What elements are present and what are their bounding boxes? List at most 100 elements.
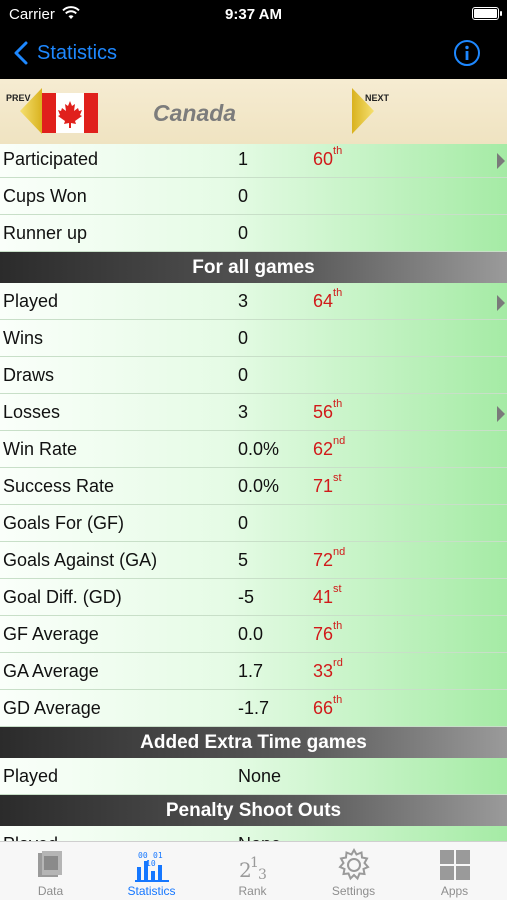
stat-row: Played None [0, 758, 507, 795]
stat-row: Success Rate 0.0% 71st [0, 468, 507, 505]
statistics-icon: 00 01 10 [135, 851, 169, 882]
rank-number: 71 [313, 476, 334, 496]
svg-text:10: 10 [146, 859, 156, 868]
stat-rank: 33rd [313, 657, 343, 682]
back-button[interactable]: Statistics [14, 39, 117, 67]
stat-row: GD Average -1.7 66th [0, 690, 507, 727]
stat-row[interactable]: Participated 1 60th [0, 144, 507, 178]
stat-label: Losses [3, 402, 61, 422]
stat-row: Goals For (GF) 0 [0, 505, 507, 542]
tab-rank[interactable]: 2 1 3 Rank [202, 842, 303, 900]
back-button-label: Statistics [37, 41, 118, 64]
chevron-right-icon [497, 295, 505, 311]
stat-value: 0.0% [238, 439, 280, 459]
tab-rank-label: Rank [238, 884, 267, 898]
rank-number: 33 [313, 661, 334, 681]
stat-value: -5 [238, 587, 255, 607]
stat-value: 0 [238, 186, 249, 206]
stat-value: 0.0 [238, 624, 264, 644]
stat-row[interactable]: Played 3 64th [0, 283, 507, 320]
svg-text:3: 3 [258, 867, 267, 883]
tab-bar: Data 00 01 10 Statistics 2 1 3 Rank Sett… [0, 841, 507, 900]
section-header-all-games: For all games [0, 252, 507, 283]
stat-value: 3 [238, 402, 249, 422]
rank-number: 62 [313, 439, 334, 459]
stat-value: 0 [238, 513, 249, 533]
stat-value: 1 [238, 149, 249, 169]
stat-rank: 64th [313, 287, 342, 312]
info-icon[interactable] [453, 39, 481, 67]
stat-label: Wins [3, 328, 43, 348]
tab-statistics[interactable]: 00 01 10 Statistics [101, 842, 202, 900]
chevron-right-icon [497, 153, 505, 169]
stat-value: 0 [238, 223, 249, 243]
stat-row: Cups Won 0 [0, 178, 507, 215]
stat-rank: 62nd [313, 435, 345, 460]
stat-label: Played [3, 766, 59, 786]
stat-value: -1.7 [238, 698, 270, 718]
stat-value: None [238, 834, 281, 841]
section-header-penalty-shootouts: Penalty Shoot Outs [0, 795, 507, 826]
rank-suffix: st [333, 472, 342, 484]
team-name: Canada [153, 100, 237, 126]
rank-suffix: nd [333, 435, 346, 447]
chevron-left-icon [14, 41, 28, 65]
stat-value: None [238, 766, 282, 786]
stat-label: Cups Won [3, 186, 87, 206]
stat-value: 0.0% [238, 476, 280, 496]
rank-suffix: st [333, 583, 342, 595]
rank-number: 64 [313, 291, 334, 311]
stat-value: 0 [238, 328, 249, 348]
section-header-extra-time: Added Extra Time games [0, 727, 507, 758]
stat-rank: 66th [313, 694, 342, 719]
stat-label: Goals For (GF) [3, 513, 125, 533]
status-bar: Carrier 9:37 AM [0, 0, 507, 30]
stat-label: GD Average [3, 698, 101, 718]
apps-icon [440, 850, 470, 880]
stat-label: GF Average [3, 624, 99, 644]
prev-team-button[interactable] [20, 88, 42, 134]
stat-value: 0 [238, 365, 249, 385]
stat-label: Played [3, 834, 58, 841]
tab-data-label: Data [37, 884, 64, 898]
rank-icon: 2 1 3 [239, 855, 267, 883]
stat-row: Goal Diff. (GD) -5 41st [0, 579, 507, 616]
chevron-right-icon [497, 406, 505, 422]
stat-row: Win Rate 0.0% 62nd [0, 431, 507, 468]
rank-suffix: rd [333, 657, 343, 669]
tab-settings[interactable]: Settings [303, 842, 404, 900]
stat-rank: 71st [313, 472, 342, 497]
rank-number: 72 [313, 550, 334, 570]
stat-value: 5 [238, 550, 249, 570]
stat-rank: 72nd [313, 546, 345, 571]
statistics-list[interactable]: Participated 1 60th Cups Won 0 Runner up 0 For … [0, 144, 507, 841]
stat-label: Draws [3, 365, 55, 385]
battery-icon [472, 7, 502, 20]
rank-number: 56 [313, 402, 334, 422]
stat-row: GF Average 0.0 76th [0, 616, 507, 653]
gear-icon [338, 847, 370, 881]
stat-rank: 41st [313, 583, 342, 608]
stat-label: GA Average [3, 661, 99, 681]
stat-value: 1.7 [238, 661, 264, 681]
navigation-bar: Statistics [0, 30, 507, 79]
stat-label: Played [3, 291, 59, 311]
stat-label: Win Rate [3, 439, 78, 459]
rank-number: 66 [313, 698, 334, 718]
rank-suffix: th [333, 145, 343, 157]
rank-number: 76 [313, 624, 334, 644]
rank-suffix: th [333, 620, 343, 632]
rank-suffix: th [333, 287, 343, 299]
rank-suffix: th [333, 694, 343, 706]
stat-rank: 76th [313, 620, 342, 645]
stat-row: Draws 0 [0, 357, 507, 394]
clock: 9:37 AM [225, 6, 282, 23]
tab-apps[interactable]: Apps [404, 842, 505, 900]
tab-data[interactable]: Data [0, 842, 101, 900]
stat-row: GA Average 1.7 33rd [0, 653, 507, 690]
stat-label: Success Rate [3, 476, 115, 496]
stat-rank: 60th [313, 145, 342, 170]
next-team-button[interactable] [352, 88, 374, 134]
stat-row[interactable]: Losses 3 56th [0, 394, 507, 431]
stat-value: 3 [238, 291, 249, 311]
